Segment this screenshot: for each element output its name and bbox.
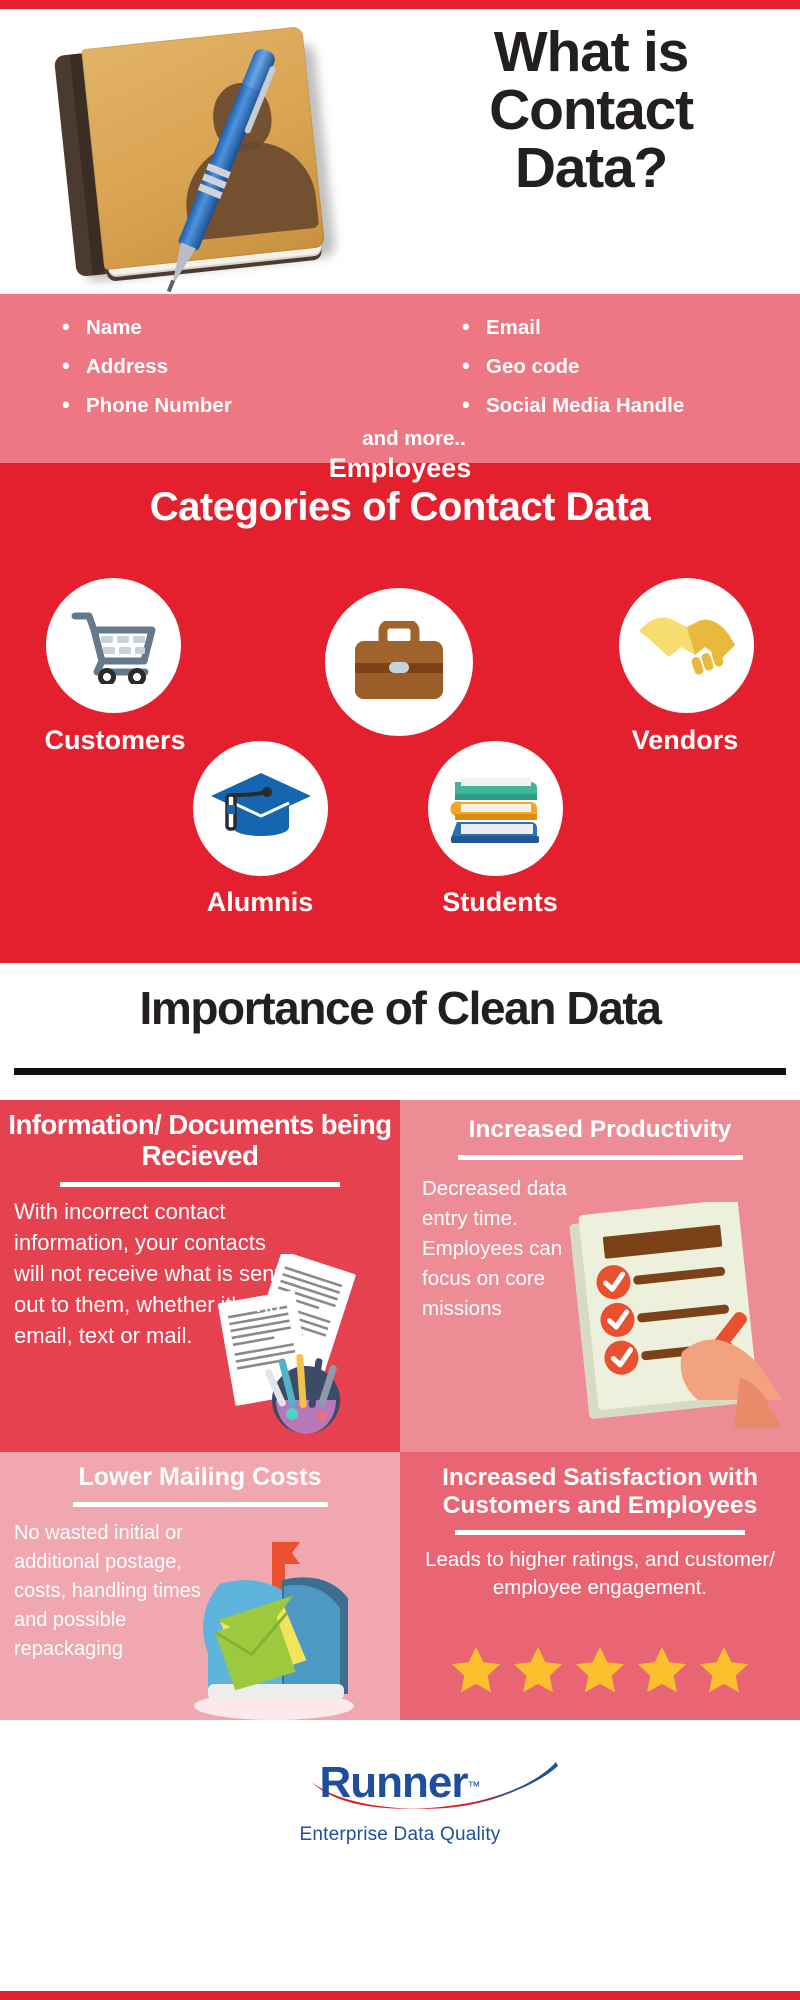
stack-of-books-icon bbox=[428, 741, 563, 876]
importance-section-header: Importance of Clean Data bbox=[0, 963, 800, 1100]
graduation-cap-icon bbox=[193, 741, 328, 876]
category-label-employees: Employees bbox=[328, 453, 472, 483]
quadrant-body: With incorrect contact information, your… bbox=[14, 1198, 282, 1348]
quadrant-body: Decreased data entry time. Employees can… bbox=[422, 1176, 567, 1320]
quadrant-lower-mailing-costs: Lower Mailing Costs No wasted initial or… bbox=[0, 1452, 400, 1720]
shopping-cart-icon bbox=[46, 578, 181, 713]
quadrant-title: Information/ Documents being Recieved bbox=[8, 1109, 392, 1172]
contacts-notebook-with-pen-illustration bbox=[45, 23, 365, 293]
title-line-2: Contact bbox=[489, 78, 694, 143]
list-item: Phone Number bbox=[62, 385, 400, 425]
category-label-vendors: Vendors bbox=[631, 725, 739, 755]
attributes-footnote: and more.. bbox=[362, 427, 466, 450]
page-title: What is Contact Data? bbox=[396, 20, 786, 201]
category-label-customers: Customers bbox=[44, 725, 186, 755]
quadrant-title: Increased Productivity bbox=[468, 1116, 732, 1143]
footer-section: Runner™ Enterprise Data Quality bbox=[0, 1720, 800, 1991]
quadrant-body: No wasted initial or additional postage,… bbox=[14, 1521, 201, 1660]
attributes-left-column: Name Address Phone Number bbox=[0, 307, 400, 425]
quadrant-increased-productivity: Increased Productivity Decreased data en… bbox=[400, 1100, 800, 1452]
list-item: Social Media Handle bbox=[462, 385, 800, 425]
brand-name: Runner bbox=[319, 1758, 469, 1807]
quadrant-documents-received: Information/ Documents being Recieved Wi… bbox=[0, 1100, 400, 1452]
header-section: What is Contact Data? bbox=[0, 9, 800, 294]
top-red-rule bbox=[0, 0, 800, 9]
category-label-students: Students bbox=[442, 887, 558, 917]
list-item: Address bbox=[62, 346, 400, 386]
quadrant-title: Increased Satisfaction with Customers an… bbox=[442, 1464, 758, 1519]
checklist-with-hand-and-pen-illustration bbox=[564, 1199, 800, 1452]
quadrant-title: Lower Mailing Costs bbox=[78, 1463, 322, 1491]
list-item: Geo code bbox=[462, 346, 800, 386]
importance-quadrants: Information/ Documents being Recieved Wi… bbox=[0, 1100, 800, 1720]
categories-section: Categories of Contact Data Customers Emp… bbox=[0, 453, 800, 963]
quadrant-body: Leads to higher ratings, and customer/ e… bbox=[425, 1547, 775, 1599]
briefcase-icon bbox=[325, 588, 473, 736]
five-star-rating-icon bbox=[400, 1643, 800, 1704]
list-item: Name bbox=[62, 307, 400, 347]
quadrant-increased-satisfaction: Increased Satisfaction with Customers an… bbox=[400, 1452, 800, 1720]
contact-attributes-band: Name Address Phone Number Email Geo code… bbox=[0, 294, 800, 463]
list-item: Email bbox=[462, 307, 800, 347]
infographic-page: What is Contact Data? Name Address Phone… bbox=[0, 0, 800, 2000]
attributes-right-column: Email Geo code Social Media Handle bbox=[400, 307, 800, 425]
importance-divider bbox=[14, 1068, 786, 1075]
category-label-alumnis: Alumnis bbox=[206, 887, 314, 917]
handshake-icon bbox=[619, 578, 754, 713]
brand-tagline: Enterprise Data Quality bbox=[299, 1824, 501, 1845]
importance-heading: Importance of Clean Data bbox=[139, 982, 661, 1034]
title-line-3: Data? bbox=[514, 136, 669, 201]
bottom-red-rule bbox=[0, 1991, 800, 2000]
title-line-1: What is bbox=[493, 20, 689, 84]
runner-swoosh-logo: Runner™ Enterprise Data Quality bbox=[0, 1758, 800, 1846]
